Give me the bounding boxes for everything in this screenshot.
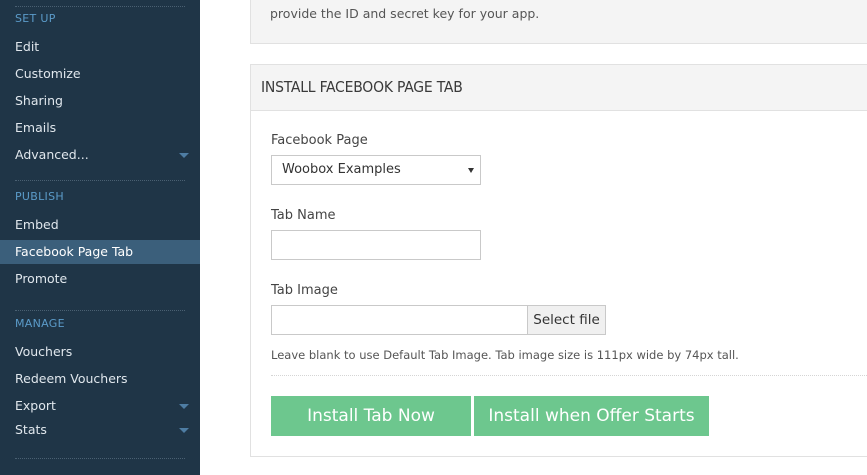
chevron-down-icon[interactable] bbox=[179, 428, 189, 433]
chevron-down-icon[interactable] bbox=[179, 153, 189, 158]
sidebar-item-export[interactable]: Export bbox=[0, 394, 200, 418]
panel-header: INSTALL FACEBOOK PAGE TAB bbox=[251, 65, 867, 111]
sidebar-item-sharing[interactable]: Sharing bbox=[0, 89, 200, 113]
section-heading-setup: SET UP bbox=[15, 12, 56, 25]
sidebar-item-label: Sharing bbox=[15, 93, 63, 108]
sidebar-item-emails[interactable]: Emails bbox=[0, 116, 200, 140]
sidebar-item-vouchers[interactable]: Vouchers bbox=[0, 340, 200, 364]
install-tab-panel: INSTALL FACEBOOK PAGE TAB Facebook Page … bbox=[250, 64, 867, 457]
facebook-page-label: Facebook Page bbox=[271, 133, 368, 148]
sidebar-divider bbox=[15, 310, 185, 311]
tab-name-label: Tab Name bbox=[271, 208, 336, 223]
section-heading-manage: MANAGE bbox=[15, 317, 65, 330]
install-tab-now-button[interactable]: Install Tab Now bbox=[271, 396, 471, 436]
panel-title: INSTALL FACEBOOK PAGE TAB bbox=[261, 78, 463, 96]
sidebar-item-label: Advanced... bbox=[15, 147, 89, 162]
tab-image-label: Tab Image bbox=[271, 283, 338, 298]
sidebar-item-advanced[interactable]: Advanced... bbox=[0, 143, 200, 167]
dropdown-arrow-icon bbox=[468, 168, 474, 173]
sidebar-item-label: Facebook Page Tab bbox=[15, 244, 134, 259]
sidebar-item-facebook-page-tab[interactable]: Facebook Page Tab bbox=[0, 240, 200, 264]
chevron-down-icon[interactable] bbox=[179, 404, 189, 409]
tab-name-input[interactable] bbox=[271, 230, 481, 260]
sidebar-item-redeem-vouchers[interactable]: Redeem Vouchers bbox=[0, 367, 200, 391]
sidebar-item-stats[interactable]: Stats bbox=[0, 418, 200, 442]
sidebar-item-label: Emails bbox=[15, 120, 57, 135]
install-when-offer-starts-button[interactable]: Install when Offer Starts bbox=[474, 396, 709, 436]
section-heading-publish: PUBLISH bbox=[15, 190, 64, 203]
sidebar-item-label: Vouchers bbox=[15, 344, 73, 359]
app-credentials-panel: provide the ID and secret key for your a… bbox=[250, 0, 867, 44]
sidebar-item-label: Export bbox=[15, 398, 56, 413]
sidebar-item-label: Customize bbox=[15, 66, 81, 81]
sidebar-item-edit[interactable]: Edit bbox=[0, 35, 200, 59]
sidebar-divider bbox=[15, 180, 185, 181]
tab-image-hint: Leave blank to use Default Tab Image. Ta… bbox=[271, 348, 739, 362]
sidebar-item-label: Embed bbox=[15, 217, 59, 232]
facebook-page-selected-value: Woobox Examples bbox=[282, 162, 401, 177]
sidebar-item-label: Redeem Vouchers bbox=[15, 371, 128, 386]
sidebar-divider bbox=[15, 6, 185, 7]
sidebar-item-label: Stats bbox=[15, 422, 47, 437]
app-credentials-text: provide the ID and secret key for your a… bbox=[270, 6, 540, 21]
sidebar-divider bbox=[15, 458, 185, 459]
sidebar-item-promote[interactable]: Promote bbox=[0, 267, 200, 291]
form-divider bbox=[271, 375, 867, 376]
sidebar-item-embed[interactable]: Embed bbox=[0, 213, 200, 237]
sidebar-item-label: Promote bbox=[15, 271, 68, 286]
select-file-button[interactable]: Select file bbox=[527, 305, 606, 335]
sidebar-item-label: Edit bbox=[15, 39, 40, 54]
facebook-page-select[interactable]: Woobox Examples bbox=[271, 155, 481, 185]
sidebar: SET UP Edit Customize Sharing Emails Adv… bbox=[0, 0, 200, 475]
tab-image-file-field[interactable] bbox=[271, 305, 527, 335]
sidebar-item-customize[interactable]: Customize bbox=[0, 62, 200, 86]
